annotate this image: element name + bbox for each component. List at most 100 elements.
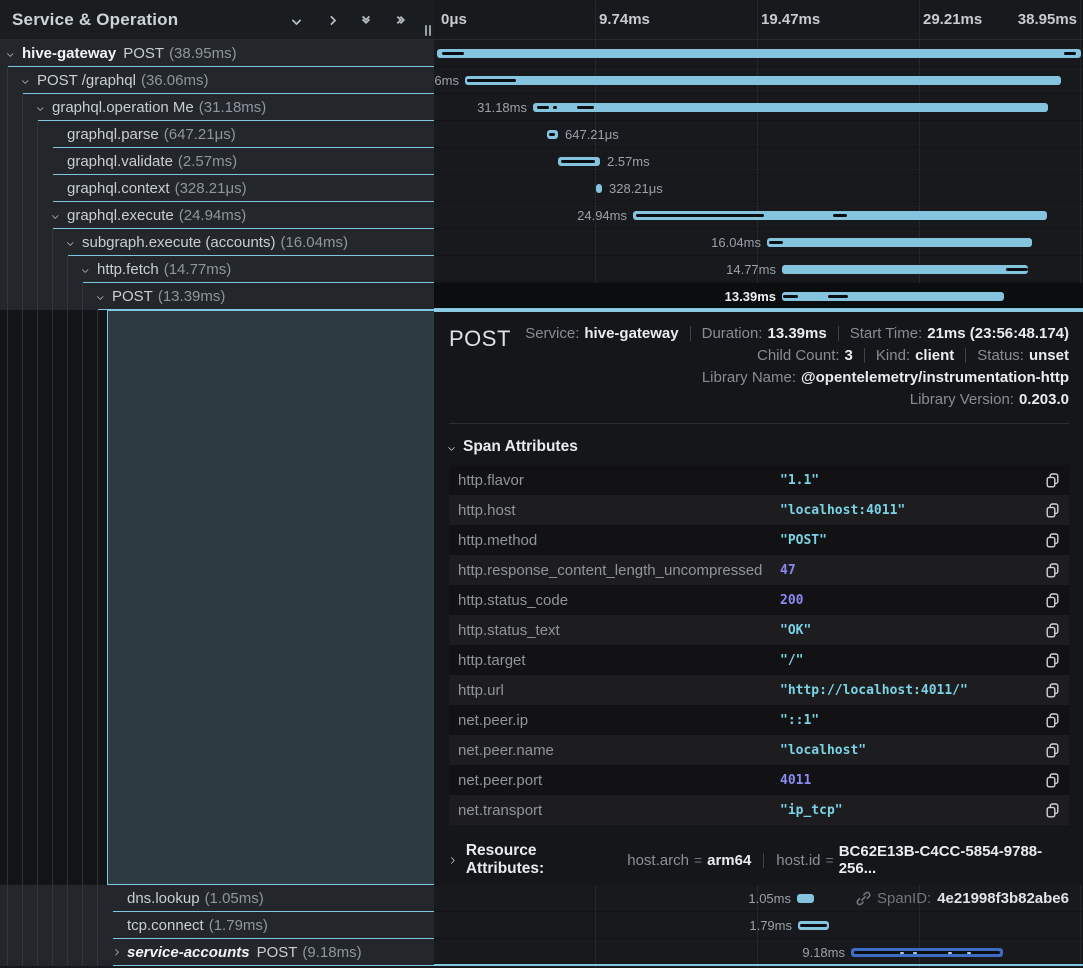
span-bar[interactable] xyxy=(782,265,1028,274)
tree-row-hive-gateway[interactable]: hive-gatewayPOST(38.95ms) xyxy=(0,40,434,67)
attr-row-http-response-content-length-uncompressed: http.response_content_length_uncompresse… xyxy=(449,555,1069,585)
copy-icon[interactable] xyxy=(1044,771,1060,789)
tree-row-dns-lookup[interactable]: dns.lookup (1.05ms) xyxy=(0,885,434,912)
span-operation-name: POST xyxy=(123,45,164,62)
attr-value: "/" xyxy=(780,653,1044,668)
timeline-row-post[interactable]: 13.39ms xyxy=(434,283,1083,310)
attr-value: 4011 xyxy=(780,773,1044,788)
chevron-down-icon[interactable] xyxy=(98,294,112,299)
chevron-down-icon[interactable] xyxy=(83,267,97,272)
collapse-all-icon[interactable] xyxy=(359,13,373,27)
child-span-dot xyxy=(913,952,917,954)
span-operation-name: POST xyxy=(257,944,298,961)
span-duration: (2.57ms) xyxy=(178,153,237,170)
span-bar[interactable] xyxy=(437,49,1081,58)
timeline-row-graphql-operation-me[interactable]: 31.18ms xyxy=(434,94,1083,121)
span-bar[interactable] xyxy=(533,103,1048,112)
attr-row-net-peer-name: net.peer.name"localhost" xyxy=(449,735,1069,765)
chevron-down-icon[interactable] xyxy=(8,51,22,56)
timeline-row-graphql-execute[interactable]: 24.94ms xyxy=(434,202,1083,229)
meta-status: Status:unset xyxy=(977,347,1069,364)
link-icon[interactable] xyxy=(856,891,871,906)
expand-all-icon[interactable] xyxy=(394,13,408,27)
child-span-marker xyxy=(783,295,798,298)
chevron-down-icon[interactable] xyxy=(23,78,37,83)
copy-icon[interactable] xyxy=(1044,651,1060,669)
meta-separator xyxy=(965,348,966,363)
chevron-down-icon[interactable] xyxy=(53,213,67,218)
meta-value: 13.39ms xyxy=(767,325,826,342)
chevron-down-icon[interactable] xyxy=(68,240,82,245)
span-detail-header: POST Service:hive-gatewayDuration:13.39m… xyxy=(449,322,1069,410)
tree-row-post-graphql[interactable]: POST /graphql(36.06ms) xyxy=(0,67,434,94)
timeline-row-service-accounts[interactable]: 9.18ms xyxy=(434,939,1083,966)
ruler-tick: 38.95ms xyxy=(1018,11,1077,28)
meta-key: Child Count: xyxy=(757,347,840,364)
span-bar[interactable] xyxy=(596,184,602,193)
attr-key: http.status_code xyxy=(458,592,780,609)
panel-resize-handle[interactable] xyxy=(425,25,431,36)
span-attributes-toggle[interactable]: Span Attributes xyxy=(449,438,1069,456)
attr-value: "http://localhost:4011/" xyxy=(780,683,1044,698)
resource-attributes-row[interactable]: Resource Attributes: host.arch=arm64host… xyxy=(449,842,1069,878)
tree-row-subgraph-execute-accounts-[interactable]: subgraph.execute (accounts)(16.04ms) xyxy=(0,229,434,256)
timeline-row-subgraph-execute-accounts-[interactable]: 16.04ms xyxy=(434,229,1083,256)
copy-icon[interactable] xyxy=(1044,801,1060,819)
timeline-row-graphql-parse[interactable]: 647.21μs xyxy=(434,121,1083,148)
chevron-right-icon xyxy=(448,857,455,864)
tree-row-graphql-validate[interactable]: graphql.validate(2.57ms) xyxy=(0,148,434,175)
attr-key: http.status_text xyxy=(458,622,780,639)
span-bar[interactable] xyxy=(465,76,1061,85)
timeline-row-graphql-context[interactable]: 328.21μs xyxy=(434,175,1083,202)
timeline-row-http-fetch[interactable]: 14.77ms xyxy=(434,256,1083,283)
bar-duration-label: 24.94ms xyxy=(577,208,627,223)
attr-key: http.url xyxy=(458,682,780,699)
tree-row-http-fetch[interactable]: http.fetch(14.77ms) xyxy=(0,256,434,283)
chevron-down-icon[interactable] xyxy=(38,105,52,110)
meta-value: 0.203.0 xyxy=(1019,391,1069,408)
copy-icon[interactable] xyxy=(1044,591,1060,609)
attr-key: http.flavor xyxy=(458,472,780,489)
chevron-right-icon[interactable] xyxy=(113,950,127,955)
timeline-row-hive-gateway[interactable] xyxy=(434,40,1083,67)
tree-row-tcp-connect[interactable]: tcp.connect(1.79ms) xyxy=(0,912,434,939)
copy-icon[interactable] xyxy=(1044,711,1060,729)
tree-row-post[interactable]: POST(13.39ms) xyxy=(0,283,434,310)
tree-row-graphql-execute[interactable]: graphql.execute(24.94ms) xyxy=(0,202,434,229)
copy-icon[interactable] xyxy=(1044,621,1060,639)
meta-key: Service: xyxy=(525,325,579,342)
collapse-one-icon[interactable] xyxy=(289,13,303,27)
copy-icon[interactable] xyxy=(1044,501,1060,519)
row-underline xyxy=(113,965,434,966)
tree-row-graphql-context[interactable]: graphql.context(328.21μs) xyxy=(0,175,434,202)
copy-icon[interactable] xyxy=(1044,531,1060,549)
tree-row-graphql-operation-me[interactable]: graphql.operation Me(31.18ms) xyxy=(0,94,434,121)
timeline-rows-top: 36.06ms31.18ms647.21μs2.57ms328.21μs 24.9… xyxy=(434,40,1083,310)
span-duration: (1.05ms) xyxy=(205,890,264,907)
child-span-marker xyxy=(1064,52,1076,55)
copy-icon[interactable] xyxy=(1044,561,1060,579)
copy-icon[interactable] xyxy=(1044,741,1060,759)
child-span-marker xyxy=(537,106,549,109)
child-span-marker xyxy=(1006,268,1028,271)
span-id-label: SpanID: xyxy=(877,890,931,907)
span-operation-name: subgraph.execute (accounts) xyxy=(82,234,275,251)
timeline-row-post-graphql[interactable]: 36.06ms xyxy=(434,67,1083,94)
attr-row-http-host: http.host"localhost:4011" xyxy=(449,495,1069,525)
copy-icon[interactable] xyxy=(1044,681,1060,699)
span-bar[interactable] xyxy=(767,238,1032,247)
copy-icon[interactable] xyxy=(1044,471,1060,489)
timeline-row-graphql-validate[interactable]: 2.57ms xyxy=(434,148,1083,175)
detail-meta-line: Library Version:0.203.0 xyxy=(910,388,1069,410)
tree-row-graphql-parse[interactable]: graphql.parse(647.21μs) xyxy=(0,121,434,148)
span-operation-name: http.fetch xyxy=(97,261,159,278)
attr-row-net-peer-ip: net.peer.ip"::1" xyxy=(449,705,1069,735)
tree-row-service-accounts[interactable]: service-accountsPOST(9.18ms) xyxy=(0,939,434,966)
span-operation-name: dns.lookup xyxy=(127,890,200,907)
child-span-marker xyxy=(854,951,1000,954)
timeline-row-tcp-connect[interactable]: 1.79ms xyxy=(434,912,1083,939)
trace-viewer: Service & Operation hive-gatewayPOST(38.… xyxy=(0,0,1083,968)
span-bar[interactable] xyxy=(782,292,1004,301)
span-duration: (31.18ms) xyxy=(199,99,267,116)
expand-one-icon[interactable] xyxy=(324,13,338,27)
